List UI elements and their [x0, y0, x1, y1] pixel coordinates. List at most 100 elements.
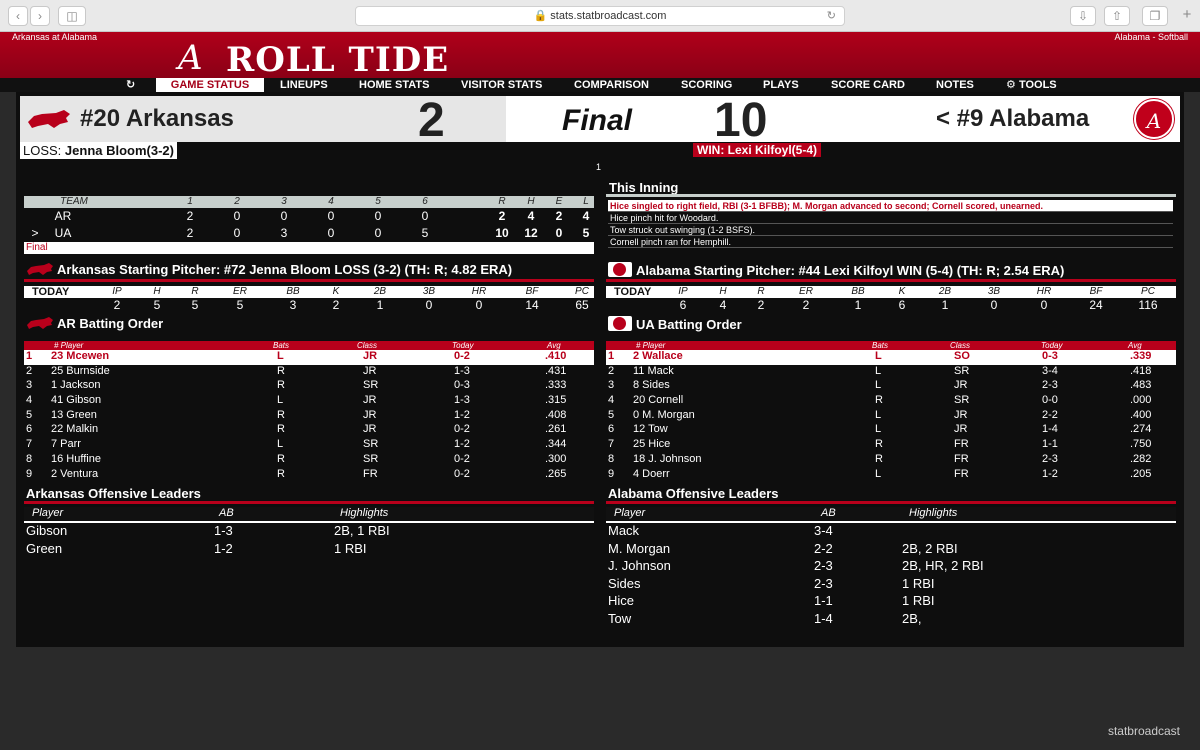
- bats: R: [277, 408, 285, 421]
- linescore-hits: 4: [527, 209, 535, 223]
- ua-pitcher-divider: [606, 279, 1176, 282]
- player-name: 25 Burnside: [51, 364, 110, 377]
- class: JR: [954, 408, 968, 421]
- leader-ab: 1-3: [214, 523, 233, 538]
- address-bar[interactable]: 🔒 stats.statbroadcast.com ↻: [355, 6, 845, 26]
- refresh-icon[interactable]: ↻: [120, 78, 141, 92]
- new-tab-icon[interactable]: +: [1178, 6, 1196, 26]
- col-header: Today: [1041, 341, 1063, 350]
- tab-notes[interactable]: NOTES: [930, 78, 980, 92]
- table-row: 7 7 Parr L SR 1-2 .344: [24, 438, 594, 453]
- table-row: Sides 2-3 1 RBI: [606, 576, 1176, 594]
- ar-leaders-rows: Gibson 1-3 2B, 1 RBI Green 1-2 1 RBI: [24, 523, 594, 558]
- leaders-header: Player AB Highlights: [24, 507, 594, 521]
- leader-name: Green: [26, 540, 63, 556]
- away-team-name: #20 Arkansas: [80, 105, 234, 132]
- ua-leaders-rows: Mack 3-4 M. Morgan 2-2 2B, 2 RBI J. Johnson 2-…: [606, 523, 1176, 628]
- col-header: AB: [219, 507, 234, 519]
- avg: .410: [545, 350, 567, 362]
- player-name: 41 Gibson: [51, 394, 102, 407]
- leader-highlights: 2B, 1 RBI: [334, 523, 390, 538]
- today: 0-3: [1042, 350, 1058, 362]
- scoreboard-away: #20 Arkansas 2: [20, 94, 506, 147]
- linescore-errors: 2: [555, 209, 563, 223]
- today-label: TODAY: [614, 286, 652, 298]
- tab-tools[interactable]: ⚙ TOOLS: [1000, 78, 1063, 92]
- sidebar-icon[interactable]: ◫: [58, 6, 86, 26]
- stat-header: R: [191, 286, 199, 297]
- col-header: Bats: [273, 341, 290, 350]
- forward-icon[interactable]: ›: [30, 6, 50, 26]
- alabama-a-logo: A: [178, 38, 203, 78]
- bats: L: [277, 350, 284, 362]
- today: 1-2: [454, 438, 470, 451]
- ar-batting-rows: 1 23 Mcewen L JR 0-2 .410 2 25 Burnside R JR 1-3 .4…: [24, 350, 594, 482]
- download-icon[interactable]: ⇩: [1070, 6, 1096, 26]
- avg: .344: [545, 438, 567, 451]
- class: JR: [363, 364, 377, 377]
- linescore-row-home: > UA 2 0 3 0 0 5 10 12 0 5: [24, 225, 594, 242]
- class: JR: [363, 394, 377, 407]
- class: SR: [363, 379, 379, 392]
- avg: .408: [545, 408, 567, 421]
- bats: L: [277, 394, 284, 407]
- razorback-icon: [27, 263, 53, 275]
- avg: .261: [545, 423, 567, 436]
- table-row: 8 18 J. Johnson R FR 2-3 .282: [606, 453, 1176, 468]
- ar-batting-table: # Player Bats Class Today Avg 1 23 Mcewen…: [24, 341, 594, 482]
- stat-value: 116: [1138, 298, 1158, 312]
- pitcher-stats-header: TODAY IP H R ER BB K 2B 3B HR BF PC: [24, 286, 594, 298]
- order-number: 1: [608, 350, 615, 362]
- share-icon[interactable]: ⇧: [1104, 6, 1130, 26]
- leader-ab: 2-3: [814, 558, 833, 573]
- tab-game-status[interactable]: GAME STATUS: [156, 78, 264, 92]
- linescore-cell: 0: [327, 209, 335, 223]
- leader-highlights: 2B, 2 RBI: [902, 540, 958, 556]
- linescore-header-inning: 5: [375, 196, 381, 207]
- class: SR: [954, 364, 970, 377]
- linescore-lob: 4: [582, 209, 590, 223]
- ua-leaders-divider: [606, 501, 1176, 504]
- stat-header: 3B: [987, 286, 1001, 297]
- table-row: 6 12 Tow L JR 1-4 .274: [606, 423, 1176, 438]
- scoreboard-home: Final 10 < #9 Alabama A: [506, 94, 1180, 147]
- order-number: 7: [608, 438, 615, 451]
- pitcher-stats-row: 2 5 5 5 3 2 1 0 0 14 65: [24, 298, 594, 312]
- linescore-cell: 5: [421, 226, 429, 240]
- tabs-icon[interactable]: ❐: [1142, 6, 1168, 26]
- stat-value: 2: [113, 298, 121, 312]
- browser-toolbar: ‹ › ◫ 🔒 stats.statbroadcast.com ↻ ⇩ ⇧ ❐ +: [0, 0, 1200, 32]
- today: 3-4: [1042, 364, 1058, 377]
- leader-highlights: 2B,: [902, 610, 922, 626]
- leader-highlights: 1 RBI: [334, 540, 367, 556]
- leader-name: Tow: [608, 610, 632, 626]
- home-team-name: < #9 Alabama: [936, 105, 1090, 132]
- linescore-runs: 10: [495, 226, 509, 240]
- back-icon[interactable]: ‹: [8, 6, 28, 26]
- tab-lineups[interactable]: LINEUPS: [274, 78, 334, 92]
- matchup-label: Arkansas at Alabama: [12, 32, 98, 42]
- leader-highlights: 1 RBI: [902, 575, 935, 591]
- stat-header: PC: [575, 286, 589, 297]
- linescore-cell: 0: [374, 226, 382, 240]
- home-score: 10: [714, 94, 768, 147]
- tab-visitor-stats[interactable]: VISITOR STATS: [455, 78, 548, 92]
- ua-leaders-title: Alabama Offensive Leaders: [608, 486, 779, 501]
- tab-comparison[interactable]: COMPARISON: [568, 78, 655, 92]
- batting-header: # Player Bats Class Today Avg: [24, 341, 594, 350]
- player-name: 25 Hice: [633, 438, 671, 451]
- stat-value: 2: [757, 298, 765, 312]
- reload-icon[interactable]: ↻: [827, 7, 836, 26]
- linescore-runs: 2: [498, 209, 506, 223]
- razorback-icon: [28, 110, 70, 128]
- tab-home-stats[interactable]: HOME STATS: [353, 78, 435, 92]
- stat-value: 24: [1089, 298, 1103, 312]
- bats: L: [875, 423, 882, 436]
- tab-plays[interactable]: PLAYS: [757, 78, 805, 92]
- ar-pitcher-text: Arkansas Starting Pitcher: #72 Jenna Blo…: [57, 262, 513, 277]
- tab-score-card[interactable]: SCORE CARD: [825, 78, 911, 92]
- player-name: 2 Ventura: [51, 467, 99, 480]
- ar-leaders-divider: [24, 501, 594, 504]
- tab-scoring[interactable]: SCORING: [675, 78, 738, 92]
- table-row: 9 4 Doerr L FR 1-2 .205: [606, 468, 1176, 483]
